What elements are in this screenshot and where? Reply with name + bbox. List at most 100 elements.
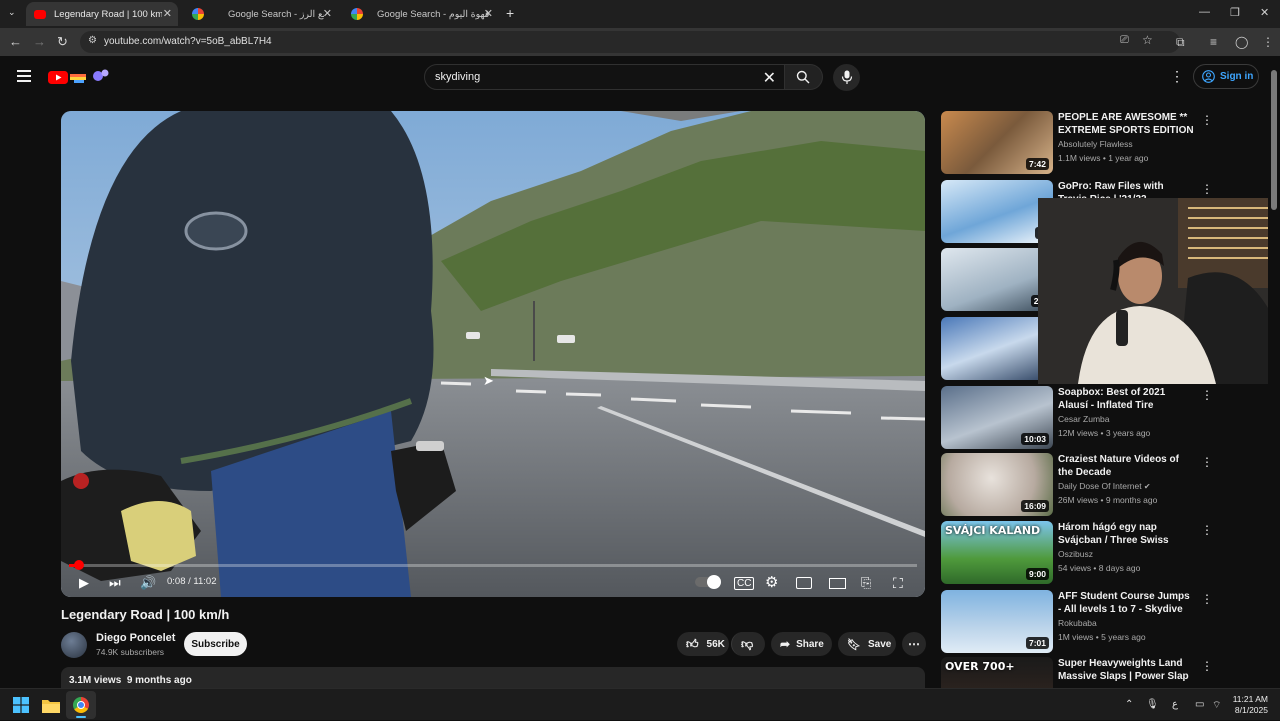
media-control-icon[interactable]: ≡ <box>1210 35 1217 49</box>
minimize-icon[interactable]: — <box>1199 6 1210 18</box>
channel-name[interactable]: Diego Poncelet <box>96 632 175 644</box>
recommendation-more-icon[interactable]: ⋮ <box>1201 182 1213 196</box>
dislike-button[interactable]: 👎︎ <box>731 632 765 656</box>
share-icon: ➦ <box>780 637 791 651</box>
tab-close-icon[interactable]: ✕ <box>323 7 332 20</box>
channel-avatar[interactable] <box>61 632 87 658</box>
page-scrollbar[interactable] <box>1268 60 1280 688</box>
restore-icon[interactable]: ❐ <box>1230 6 1240 19</box>
video-thumbnail[interactable]: 10:03 <box>941 386 1053 449</box>
network-icon[interactable]: ⌔ <box>1212 699 1221 712</box>
autoplay-toggle[interactable] <box>695 575 721 589</box>
video-thumbnail[interactable] <box>941 317 1053 380</box>
browser-tab-strip: ⌄ Legendary Road | 100 km/h - Yo ✕ Googl… <box>0 0 1280 28</box>
forward-icon[interactable]: → <box>33 34 46 49</box>
video-thumbnail[interactable]: 16:09 <box>941 453 1053 516</box>
video-thumbnail[interactable]: 7:42 <box>941 111 1053 174</box>
site-info-icon[interactable]: ⚙ <box>88 35 97 46</box>
tab-google-search-2[interactable]: Google Search - الة قهوة اليوم ✕ <box>343 2 499 26</box>
recommendation-title[interactable]: Soapbox: Best of 2021 Alausí - Inflated … <box>1058 386 1195 412</box>
recommendation-more-icon[interactable]: ⋮ <box>1201 455 1213 469</box>
chrome-menu-icon[interactable]: ⋮ <box>1262 35 1274 49</box>
address-bar[interactable]: ⚙ youtube.com/watch?v=5oB_abBL7H4 ⎚ ☆ <box>80 31 1180 53</box>
more-horizontal-icon: ⋯ <box>908 637 920 651</box>
video-thumbnail[interactable]: 7:01 <box>941 590 1053 653</box>
next-video-icon[interactable]: ⏭ <box>109 575 121 591</box>
youtube-logo[interactable] <box>48 69 110 85</box>
windows-start-icon[interactable] <box>13 697 29 713</box>
recommendation-item[interactable]: 10:03 Soapbox: Best of 2021 Alausí - Infl… <box>941 386 1213 450</box>
recommendation-more-icon[interactable]: ⋮ <box>1201 113 1213 127</box>
subscribe-button[interactable]: Subscribe <box>184 632 247 656</box>
tab-close-icon[interactable]: ✕ <box>163 7 172 20</box>
recommendation-title[interactable]: Super Heavyweights Land Massive Slaps | … <box>1058 657 1195 683</box>
save-button[interactable]: 🔖︎ Save <box>838 632 896 656</box>
show-hidden-icons-icon[interactable]: ⌃ <box>1125 699 1133 710</box>
recommendation-title[interactable]: PEOPLE ARE AWESOME ** EXTREME SPORTS EDI… <box>1058 111 1195 137</box>
recommendation-title[interactable]: Három hágó egy nap Svájcban / Three Swis… <box>1058 521 1195 547</box>
recommendation-more-icon[interactable]: ⋮ <box>1201 523 1213 537</box>
bookmark-star-icon[interactable]: ☆ <box>1142 33 1153 47</box>
recommendation-channel[interactable]: Cesar Zumba <box>1058 414 1110 424</box>
more-options-icon[interactable]: ⋮ <box>1170 68 1184 85</box>
reload-icon[interactable]: ↻ <box>57 34 68 50</box>
search-button[interactable] <box>785 64 823 90</box>
chrome-icon-center <box>77 701 85 709</box>
video-player[interactable]: ➤ ▶ ⏭ 🔊 0:08 / 11:02 CC ⚙ ⎘ ⛶ <box>61 111 925 597</box>
install-app-icon[interactable]: ⎚ <box>1120 34 1129 47</box>
volume-icon[interactable]: 🔊 <box>140 575 156 591</box>
tray-microphone-icon[interactable]: 🎙︎ <box>1146 699 1159 710</box>
window-close-icon[interactable]: ✕ <box>1260 6 1269 19</box>
url-text[interactable]: youtube.com/watch?v=5oB_abBL7H4 <box>104 36 272 47</box>
tab-google-search-1[interactable]: Google Search - الة صنع الرز ✕ <box>184 2 338 26</box>
progress-bar[interactable] <box>69 560 917 570</box>
input-language[interactable]: ع <box>1172 699 1178 710</box>
back-icon[interactable]: ← <box>9 34 22 49</box>
recommendation-channel[interactable]: Rokubaba <box>1058 618 1097 628</box>
search-input[interactable]: skydiving ✕ <box>424 64 785 90</box>
recommendation-title[interactable]: AFF Student Course Jumps - All levels 1 … <box>1058 590 1195 616</box>
recommendation-more-icon[interactable]: ⋮ <box>1201 388 1213 402</box>
recommendation-item[interactable]: 7:42 PEOPLE ARE AWESOME ** EXTREME SPORTS… <box>941 111 1213 175</box>
play-icon[interactable]: ▶ <box>79 575 89 591</box>
recommendation-more-icon[interactable]: ⋮ <box>1201 659 1213 673</box>
scrollbar-thumb[interactable] <box>1271 70 1277 210</box>
cast-icon[interactable]: ⎘ <box>861 575 871 591</box>
clear-search-icon[interactable]: ✕ <box>763 68 776 88</box>
extensions-icon[interactable]: ⧉ <box>1176 35 1185 50</box>
recommendation-item[interactable]: 9:00 SVÁJCI KALAND Három hágó egy nap Sváj… <box>941 521 1213 585</box>
captions-icon[interactable]: CC <box>734 577 755 590</box>
tab-search-dropdown-icon[interactable]: ⌄ <box>8 7 16 18</box>
voice-search-button[interactable] <box>833 64 860 91</box>
hamburger-menu-icon[interactable] <box>17 70 31 82</box>
video-thumbnail[interactable]: 9: <box>941 180 1053 243</box>
settings-gear-icon[interactable]: ⚙ <box>765 573 778 591</box>
fullscreen-icon[interactable]: ⛶ <box>893 575 903 592</box>
profile-icon[interactable]: ◯ <box>1235 35 1248 49</box>
tab-close-icon[interactable]: ✕ <box>484 7 493 20</box>
like-button[interactable]: 👍︎ 56K <box>677 632 729 656</box>
search-query[interactable]: skydiving <box>435 71 480 83</box>
video-thumbnail[interactable]: 9:00 SVÁJCI KALAND <box>941 521 1053 584</box>
new-tab-icon[interactable]: + <box>506 5 514 21</box>
video-thumbnail[interactable]: 22: <box>941 248 1053 311</box>
recommendation-more-icon[interactable]: ⋮ <box>1201 592 1213 606</box>
theater-mode-icon[interactable] <box>829 578 846 589</box>
system-clock[interactable]: 11:21 AM 8/1/2025 <box>1222 694 1268 716</box>
recommendation-item[interactable]: 7:01 AFF Student Course Jumps - All level… <box>941 590 1213 654</box>
recommendation-channel[interactable]: Daily Dose Of Internet ✔ <box>1058 481 1151 491</box>
tab-youtube[interactable]: Legendary Road | 100 km/h - Yo ✕ <box>26 2 178 26</box>
miniplayer-icon[interactable] <box>796 577 812 589</box>
recommendation-meta: 26M views • 9 months ago <box>1058 495 1158 505</box>
chrome-taskbar-button[interactable] <box>66 691 96 719</box>
more-actions-button[interactable]: ⋯ <box>902 632 926 656</box>
recommendation-channel[interactable]: Oszibusz <box>1058 549 1093 559</box>
share-button[interactable]: ➦ Share <box>771 632 832 656</box>
sign-in-button[interactable]: Sign in <box>1193 64 1259 89</box>
recommendation-channel[interactable]: Absolutely Flawless <box>1058 139 1133 149</box>
youtube-header: skydiving ✕ ⋮ Sign in <box>0 56 1280 98</box>
display-icon[interactable]: ▭ <box>1195 699 1204 710</box>
recommendation-title[interactable]: Craziest Nature Videos of the Decade <box>1058 453 1195 479</box>
recommendation-item[interactable]: 16:09 Craziest Nature Videos of the Decad… <box>941 453 1213 517</box>
file-explorer-icon[interactable] <box>42 698 60 713</box>
